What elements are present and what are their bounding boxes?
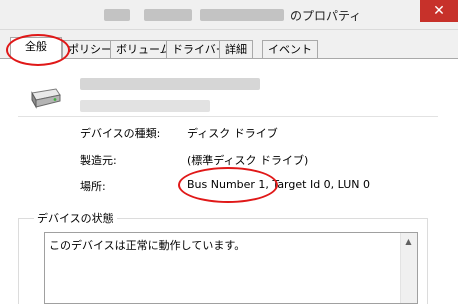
window-title: のプロパティ	[290, 9, 362, 23]
tab-events[interactable]: イベント	[262, 40, 318, 58]
blurred-device-name	[200, 9, 284, 21]
close-icon: ✕	[433, 3, 445, 19]
manufacturer-value: (標準ディスク ドライブ)	[187, 154, 309, 167]
blurred-device-name	[80, 100, 210, 112]
location-value: Bus Number 1, Target Id 0, LUN 0	[187, 178, 371, 191]
tab-details[interactable]: 詳細	[219, 40, 253, 58]
blurred-device-name	[80, 78, 260, 90]
device-status-textbox[interactable]: このデバイスは正常に動作しています。 ▲	[44, 232, 418, 304]
status-scrollbar[interactable]: ▲	[400, 233, 417, 303]
manufacturer-label: 製造元:	[80, 154, 117, 167]
device-status-heading: デバイスの状態	[34, 210, 117, 226]
device-type-value: ディスク ドライブ	[187, 127, 278, 140]
close-button[interactable]: ✕	[420, 0, 458, 22]
scroll-up-icon[interactable]: ▲	[400, 233, 417, 250]
blurred-device-name	[144, 9, 192, 21]
title-bar: のプロパティ ✕	[0, 0, 458, 30]
tab-general[interactable]: 全般	[10, 37, 62, 59]
location-label: 場所:	[80, 180, 106, 193]
device-status-text: このデバイスは正常に動作しています。	[49, 239, 246, 252]
divider	[18, 116, 438, 117]
device-type-label: デバイスの種類:	[80, 127, 161, 140]
disk-drive-icon	[31, 88, 61, 109]
blurred-device-name	[104, 9, 130, 21]
